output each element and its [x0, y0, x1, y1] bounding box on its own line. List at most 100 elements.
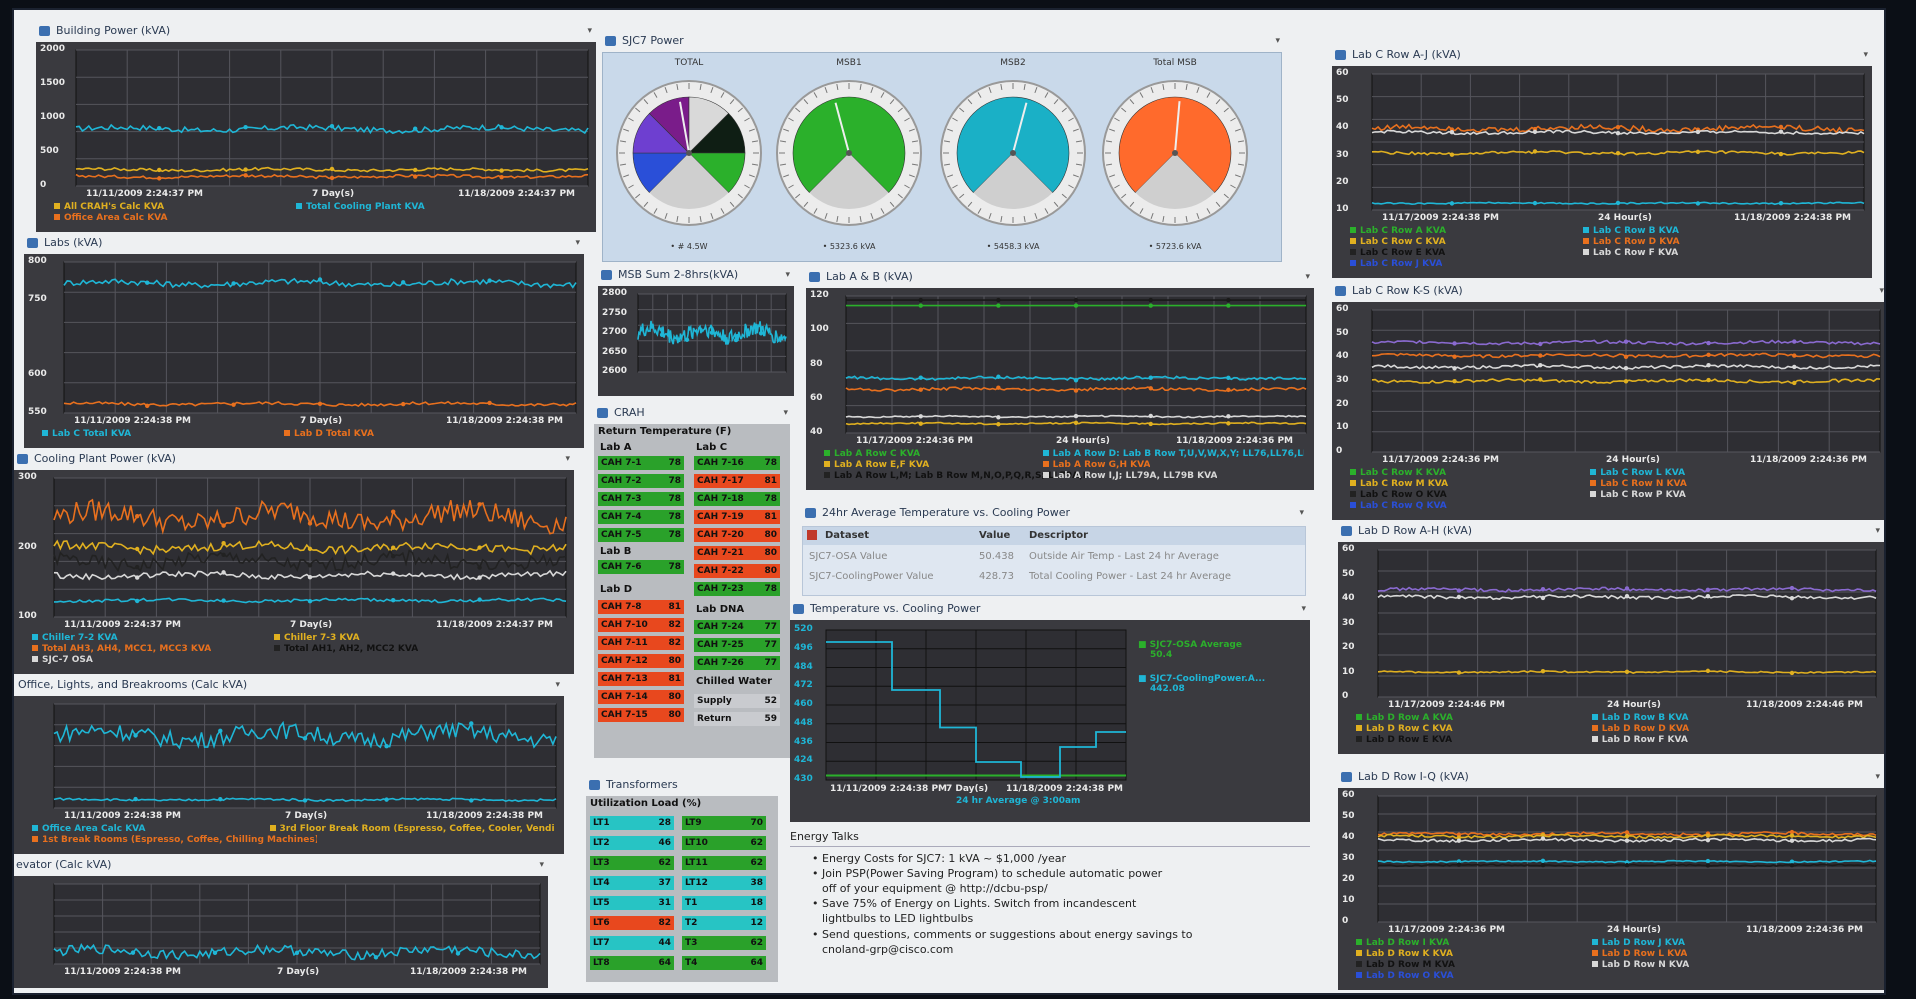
panel-menu-icon[interactable]: ▾ — [783, 404, 788, 422]
legend-item[interactable]: Chiller 7-3 KVA — [266, 633, 360, 644]
transformer-cell[interactable]: LT1 28 — [590, 816, 674, 830]
legend-item[interactable]: Lab C Row M KVA — [1342, 479, 1448, 490]
transformer-cell[interactable]: T2 12 — [682, 916, 766, 930]
col-value[interactable]: Value — [979, 530, 1010, 541]
legend-item[interactable]: Lab D Row M KVA — [1348, 960, 1455, 971]
legend-item[interactable]: Lab D Row C KVA — [1348, 724, 1453, 735]
legend-item[interactable]: Lab A Row I,J; LL79A, LL79B KVA — [1035, 471, 1217, 482]
legend-item[interactable]: Total AH1, AH2, MCC2 KVA — [266, 644, 418, 655]
crah-cell[interactable]: CAH 7-21 80 — [694, 546, 780, 560]
legend-item[interactable]: Lab C Row O KVA — [1342, 490, 1447, 501]
crah-cell[interactable]: CAH 7-8 81 — [598, 600, 684, 614]
panel-menu-icon[interactable]: ▾ — [555, 676, 560, 694]
panel-menu-icon[interactable]: ▾ — [1275, 32, 1280, 50]
crah-cell[interactable]: CAH 7-1 78 — [598, 456, 684, 470]
legend-item[interactable]: Lab D Row K KVA — [1348, 949, 1453, 960]
transformer-cell[interactable]: LT8 64 — [590, 956, 674, 970]
panel-menu-icon[interactable]: ▾ — [587, 22, 592, 40]
legend-item[interactable]: Lab C Row A KVA — [1342, 226, 1446, 237]
legend-item[interactable]: Lab C Row N KVA — [1582, 479, 1687, 490]
crah-cell[interactable]: CAH 7-14 80 — [598, 690, 684, 704]
legend-item[interactable]: Lab D Row E KVA — [1348, 735, 1452, 746]
legend-item[interactable]: Lab C Row P KVA — [1582, 490, 1686, 501]
checkbox-icon[interactable] — [807, 530, 817, 540]
legend-item[interactable]: Lab A Row E,F KVA — [816, 460, 929, 471]
crah-cell[interactable]: CAH 7-19 81 — [694, 510, 780, 524]
legend-item[interactable]: Lab A Row C KVA — [816, 449, 920, 460]
legend-item[interactable]: Lab A Row G,H KVA — [1035, 460, 1150, 471]
col-dataset[interactable]: Dataset — [825, 530, 869, 541]
col-descriptor[interactable]: Descriptor — [1029, 530, 1088, 541]
crah-cell[interactable]: CAH 7-11 82 — [598, 636, 684, 650]
crah-cell[interactable]: CAH 7-17 81 — [694, 474, 780, 488]
transformer-cell[interactable]: LT3 62 — [590, 856, 674, 870]
legend-item[interactable]: All CRAH's Calc KVA — [46, 202, 164, 213]
legend-item[interactable]: ■ SJC7-CoolingPower.A... 442.08 — [1138, 674, 1265, 694]
crah-cell[interactable]: CAH 7-12 80 — [598, 654, 684, 668]
legend-item[interactable]: Lab D Total KVA — [276, 429, 374, 440]
transformer-cell[interactable]: LT9 70 — [682, 816, 766, 830]
transformer-cell[interactable]: LT10 62 — [682, 836, 766, 850]
legend-item[interactable]: Lab A Row D: Lab B Row T,U,V,W,X,Y; LL76… — [1035, 449, 1304, 460]
legend-item[interactable]: Lab D Row N KVA — [1584, 960, 1689, 971]
legend-item[interactable]: 1st Break Rooms (Espresso, Coffee, Chill… — [24, 835, 317, 846]
email-link[interactable]: cnoland-grp@cisco.com — [822, 943, 953, 956]
panel-menu-icon[interactable]: ▾ — [575, 234, 580, 252]
legend-item[interactable]: Office Area Calc KVA — [24, 824, 146, 835]
psp-link[interactable]: off of your equipment @ http://dcbu-psp/ — [822, 882, 1048, 895]
crah-cell[interactable]: CAH 7-22 80 — [694, 564, 780, 578]
crah-cell[interactable]: CAH 7-20 80 — [694, 528, 780, 542]
legend-item[interactable]: Lab D Row L KVA — [1584, 949, 1687, 960]
legend-item[interactable]: Lab C Row E KVA — [1342, 248, 1445, 259]
transformer-cell[interactable]: T4 64 — [682, 956, 766, 970]
crah-cell[interactable]: CAH 7-18 78 — [694, 492, 780, 506]
legend-item[interactable]: Lab D Row A KVA — [1348, 713, 1453, 724]
legend-item[interactable]: Lab C Row L KVA — [1582, 468, 1685, 479]
crah-cell[interactable]: CAH 7-2 78 — [598, 474, 684, 488]
legend-item[interactable]: Lab D Row I KVA — [1348, 938, 1449, 949]
transformer-cell[interactable]: LT12 38 — [682, 876, 766, 890]
legend-item[interactable]: Lab C Total KVA — [34, 429, 131, 440]
crah-cell[interactable]: CAH 7-26 77 — [694, 656, 780, 670]
panel-menu-icon[interactable]: ▾ — [1875, 768, 1880, 786]
panel-menu-icon[interactable]: ▾ — [539, 856, 544, 874]
legend-item[interactable]: Total AH3, AH4, MCC1, MCC3 KVA — [24, 644, 211, 655]
crah-cell[interactable]: CAH 7-10 82 — [598, 618, 684, 632]
crah-cell[interactable]: CAH 7-5 78 — [598, 528, 684, 542]
legend-item[interactable]: Lab C Row D KVA — [1575, 237, 1680, 248]
crah-cell[interactable]: CAH 7-16 78 — [694, 456, 780, 470]
legend-item[interactable]: Chiller 7-2 KVA — [24, 633, 118, 644]
transformer-cell[interactable]: LT5 31 — [590, 896, 674, 910]
panel-menu-icon[interactable]: ▾ — [1879, 282, 1884, 300]
legend-item[interactable]: Lab D Row D KVA — [1584, 724, 1689, 735]
legend-item[interactable]: Lab C Row K KVA — [1342, 468, 1446, 479]
legend-item[interactable]: Office Area Calc KVA — [46, 213, 168, 224]
crah-cell[interactable]: CAH 7-24 77 — [694, 620, 780, 634]
transformer-cell[interactable]: LT7 44 — [590, 936, 674, 950]
legend-item[interactable]: Lab C Row F KVA — [1575, 248, 1678, 259]
crah-cell[interactable]: CAH 7-4 78 — [598, 510, 684, 524]
crah-cell[interactable]: CAH 7-25 77 — [694, 638, 780, 652]
crah-cell[interactable]: CAH 7-6 78 — [598, 560, 684, 574]
panel-menu-icon[interactable]: ▾ — [565, 450, 570, 468]
legend-item[interactable]: Lab D Row B KVA — [1584, 713, 1689, 724]
transformer-cell[interactable]: LT4 37 — [590, 876, 674, 890]
crah-cell[interactable]: CAH 7-13 81 — [598, 672, 684, 686]
panel-menu-icon[interactable]: ▾ — [1863, 46, 1868, 64]
panel-menu-icon[interactable]: ▾ — [1875, 522, 1880, 540]
transformer-cell[interactable]: LT6 82 — [590, 916, 674, 930]
crah-cell[interactable]: CAH 7-3 78 — [598, 492, 684, 506]
legend-item[interactable]: Lab C Row Q KVA — [1342, 501, 1447, 512]
legend-item[interactable]: Lab D Row F KVA — [1584, 735, 1688, 746]
transformer-cell[interactable]: LT2 46 — [590, 836, 674, 850]
legend-item[interactable]: Lab C Row C KVA — [1342, 237, 1446, 248]
legend-item[interactable]: Total Cooling Plant KVA — [288, 202, 425, 213]
panel-menu-icon[interactable]: ▾ — [785, 266, 790, 284]
transformer-cell[interactable]: LT11 62 — [682, 856, 766, 870]
legend-item[interactable]: Lab D Row O KVA — [1348, 971, 1454, 982]
legend-item[interactable]: SJC-7 OSA — [24, 655, 93, 666]
crah-cell[interactable]: CAH 7-23 78 — [694, 582, 780, 596]
legend-item[interactable]: Lab C Row J KVA — [1342, 259, 1442, 270]
panel-menu-icon[interactable]: ▾ — [1301, 600, 1306, 618]
legend-item[interactable]: ■ SJC7-OSA Average 50.4 — [1138, 640, 1242, 660]
